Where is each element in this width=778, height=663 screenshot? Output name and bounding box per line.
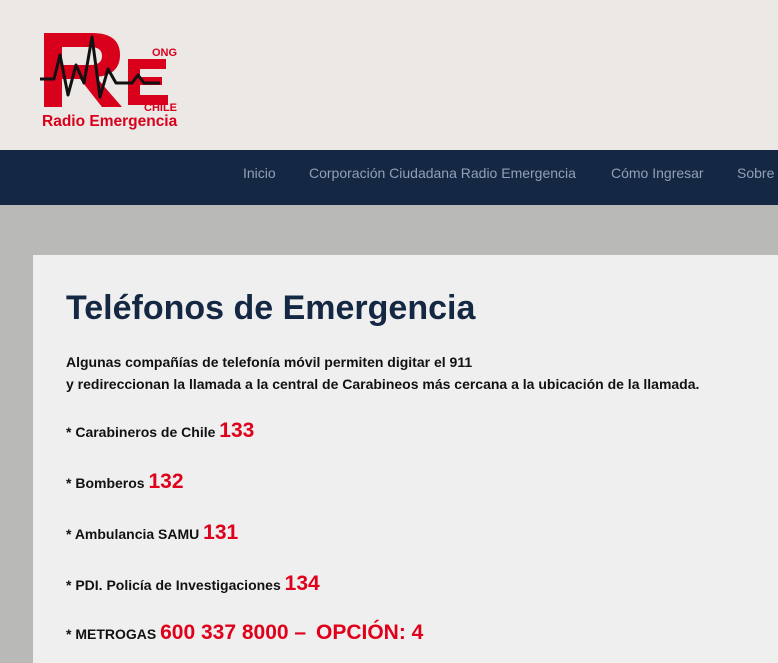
emergency-number-item: * Bomberos 132 [66, 470, 184, 494]
nav-item-inicio[interactable]: Inicio [243, 165, 276, 181]
phone-number[interactable]: 133 [219, 419, 254, 442]
phone-option: OPCIÓN: 4 [316, 621, 424, 644]
nav-item-corporacion[interactable]: Corporación Ciudadana Radio Emergencia [309, 165, 576, 181]
phone-number[interactable]: 134 [285, 572, 320, 595]
emergency-number-item: * Carabineros de Chile 133 [66, 419, 254, 443]
radio-emergencia-logo-graphic: ONG CHILE [40, 33, 177, 114]
emergency-number-item: * METROGAS 600 337 8000 – OPCIÓN: 4 [66, 621, 423, 645]
emergency-number-item: * Ambulancia SAMU 131 [66, 521, 238, 545]
service-label: * Ambulancia SAMU [66, 526, 200, 542]
logo-name: Radio Emergencia [42, 113, 178, 130]
intro-line-1: Algunas compañías de telefonía móvil per… [66, 354, 473, 370]
service-label: * Bomberos [66, 475, 145, 491]
service-label: * Carabineros de Chile [66, 424, 216, 440]
intro-text: Algunas compañías de telefonía móvil per… [66, 351, 699, 395]
site-header: ONG CHILE Radio Emergencia [0, 0, 778, 150]
phone-number[interactable]: 132 [148, 470, 183, 493]
main-nav: Inicio Corporación Ciudadana Radio Emerg… [0, 150, 778, 205]
content-card: Teléfonos de Emergencia Algunas compañía… [33, 255, 778, 663]
emergency-number-item: * PDI. Policía de Investigaciones 134 [66, 572, 320, 596]
nav-item-sobre[interactable]: Sobre [737, 165, 774, 181]
nav-item-como-ingresar[interactable]: Cómo Ingresar [611, 165, 704, 181]
site-logo[interactable]: ONG CHILE Radio Emergencia [40, 25, 180, 135]
service-label: * METROGAS [66, 626, 157, 642]
service-label: * PDI. Policía de Investigaciones [66, 577, 281, 593]
phone-number[interactable]: 131 [203, 521, 238, 544]
logo-ong-text: ONG [152, 47, 177, 59]
page-title: Teléfonos de Emergencia [66, 289, 476, 327]
phone-number[interactable]: 600 337 8000 – [160, 621, 306, 644]
intro-line-2: y redireccionan la llamada a la central … [66, 376, 700, 392]
